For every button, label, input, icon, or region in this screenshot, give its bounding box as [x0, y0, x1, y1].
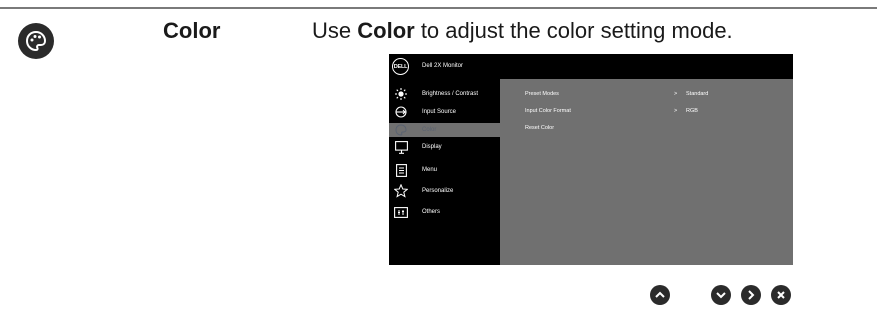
menu-label: Color: [422, 127, 437, 133]
menu-item-brightness-contrast[interactable]: Brightness / Contrast: [389, 87, 500, 101]
menu-item-color[interactable]: Color: [389, 123, 500, 137]
input-source-icon: [394, 105, 408, 119]
section-description: Use Color to adjust the color setting mo…: [312, 18, 733, 43]
right-icon: [745, 289, 757, 301]
down-button[interactable]: [711, 285, 731, 305]
osd-window: DELL Dell 2X Monitor Brightness / Contra…: [389, 54, 793, 265]
menu-label: Menu: [422, 167, 438, 173]
menu-icon: [394, 163, 408, 177]
menu-item-others[interactable]: Others: [389, 205, 500, 219]
right-button[interactable]: [741, 285, 761, 305]
dell-logo: DELL: [392, 58, 409, 75]
menu-item-menu[interactable]: Menu: [389, 163, 500, 177]
menu-item-display[interactable]: Display: [389, 140, 500, 154]
menu-label: Brightness / Contrast: [422, 91, 479, 97]
osd-header: [500, 54, 793, 79]
monitor-name: Dell 2X Monitor: [422, 63, 464, 69]
brightness-icon: [394, 87, 408, 101]
down-icon: [715, 289, 727, 301]
option-value: RGB: [686, 108, 698, 114]
menu-label: Input Source: [422, 109, 457, 115]
option-value: Standard: [686, 91, 709, 97]
option-input-color-format[interactable]: Input Color Format: [525, 108, 571, 114]
menu-label: Personalize: [422, 188, 454, 194]
others-icon: [394, 205, 408, 219]
display-icon: [394, 140, 408, 154]
palette-icon: [394, 123, 408, 137]
top-divider: [0, 7, 877, 9]
menu-label: Display: [422, 144, 442, 150]
option-preset-modes[interactable]: Preset Modes: [525, 91, 559, 97]
option-arrow: >: [674, 91, 678, 97]
close-button[interactable]: [771, 285, 791, 305]
up-icon: [654, 289, 666, 301]
star-icon: [394, 184, 408, 198]
osd-options-panel: [500, 79, 793, 265]
up-button[interactable]: [650, 285, 670, 305]
close-icon: [775, 289, 787, 301]
menu-item-input-source[interactable]: Input Source: [389, 105, 500, 119]
menu-label: Others: [422, 209, 441, 215]
menu-item-personalize[interactable]: Personalize: [389, 184, 500, 198]
option-reset-color[interactable]: Reset Color: [525, 125, 554, 131]
section-title: Color: [163, 18, 221, 43]
palette-icon: [18, 23, 54, 59]
option-arrow: >: [674, 108, 678, 114]
osd-sidebar: [389, 54, 500, 265]
